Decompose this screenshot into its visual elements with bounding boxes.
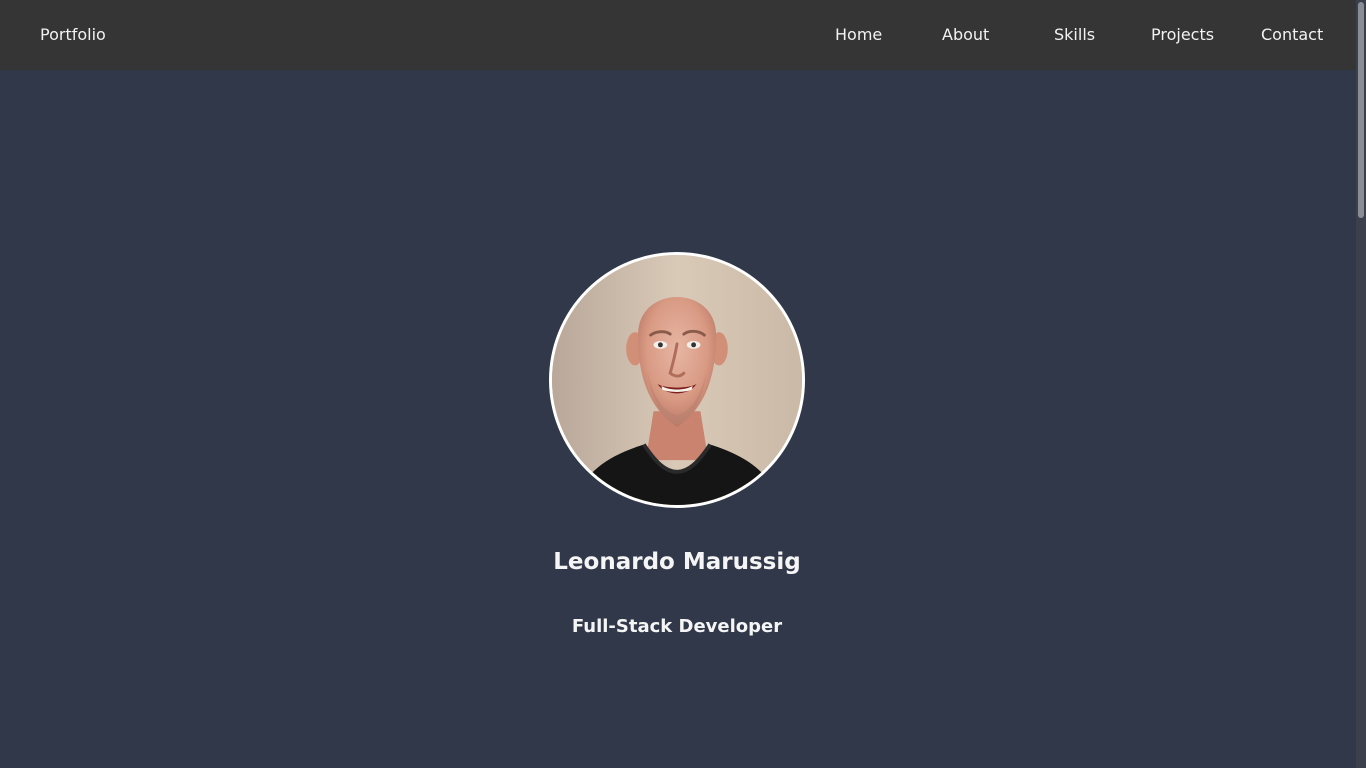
nav-projects-link[interactable]: Projects	[1151, 24, 1214, 46]
hero-name: Leonardo Marussig	[553, 549, 801, 575]
top-navbar: Portfolio Home About Skills Projects Con…	[0, 0, 1356, 70]
hero-role: Full-Stack Developer	[571, 616, 783, 637]
portrait-image	[552, 255, 802, 505]
nav-home-link[interactable]: Home	[835, 24, 882, 46]
profile-avatar	[549, 252, 805, 508]
hero-section: Leonardo Marussig Full-Stack Developer	[0, 70, 1356, 768]
page-scrollbar[interactable]	[1356, 0, 1366, 768]
nav-about-link[interactable]: About	[942, 24, 989, 46]
nav-contact-link[interactable]: Contact	[1261, 24, 1323, 46]
main-navigation: Home About Skills Projects Contact	[0, 0, 1356, 70]
nav-skills-link[interactable]: Skills	[1054, 24, 1095, 46]
page-scroll-thumb[interactable]	[1358, 2, 1364, 218]
